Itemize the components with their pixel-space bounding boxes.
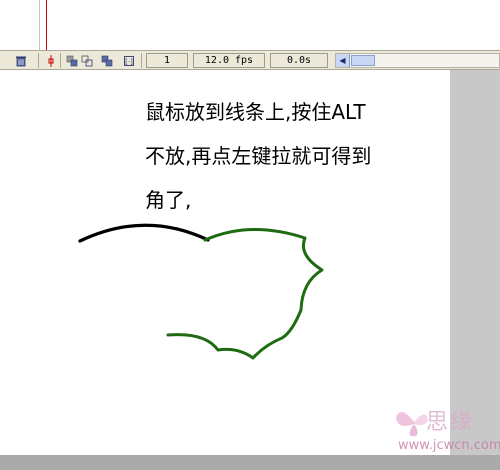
toolbar-separator xyxy=(60,53,61,68)
toolbar-separator xyxy=(38,53,39,68)
arrow-left-icon[interactable]: ◀ xyxy=(336,54,350,67)
trash-icon[interactable] xyxy=(14,54,28,67)
black-curve-stroke[interactable] xyxy=(78,223,210,243)
toolbar-separator xyxy=(141,53,142,68)
elapsed-time-field: 0.0s xyxy=(270,53,328,68)
playhead[interactable] xyxy=(46,0,47,50)
timeline-status-bar: [·] 1 12.0 fps 0.0s ◀ xyxy=(0,50,500,70)
timeline-frames-area[interactable] xyxy=(0,0,500,50)
onion-skin-outlines-icon[interactable] xyxy=(80,54,94,67)
current-frame-field: 1 xyxy=(146,53,188,68)
watermark-url: www.jcwcn.com xyxy=(398,438,500,453)
watermark-chars: 思缘 xyxy=(426,410,475,435)
scrollbar-thumb[interactable] xyxy=(351,55,375,66)
site-watermark: 思缘 www.jcwcn.com xyxy=(390,400,500,460)
frame-rate-field[interactable]: 12.0 fps xyxy=(193,53,265,68)
svg-text:[·]: [·] xyxy=(125,58,133,66)
timeline-horizontal-scrollbar[interactable]: ◀ xyxy=(335,53,500,68)
frame-divider xyxy=(39,0,40,50)
onion-skin-icon[interactable] xyxy=(65,54,79,67)
modify-onion-markers-icon[interactable]: [·] xyxy=(122,54,136,67)
green-curve-stroke[interactable] xyxy=(166,227,324,360)
edit-multiple-frames-icon[interactable] xyxy=(100,54,114,67)
stage-drawing[interactable] xyxy=(0,70,450,455)
center-frame-icon[interactable] xyxy=(44,54,58,67)
